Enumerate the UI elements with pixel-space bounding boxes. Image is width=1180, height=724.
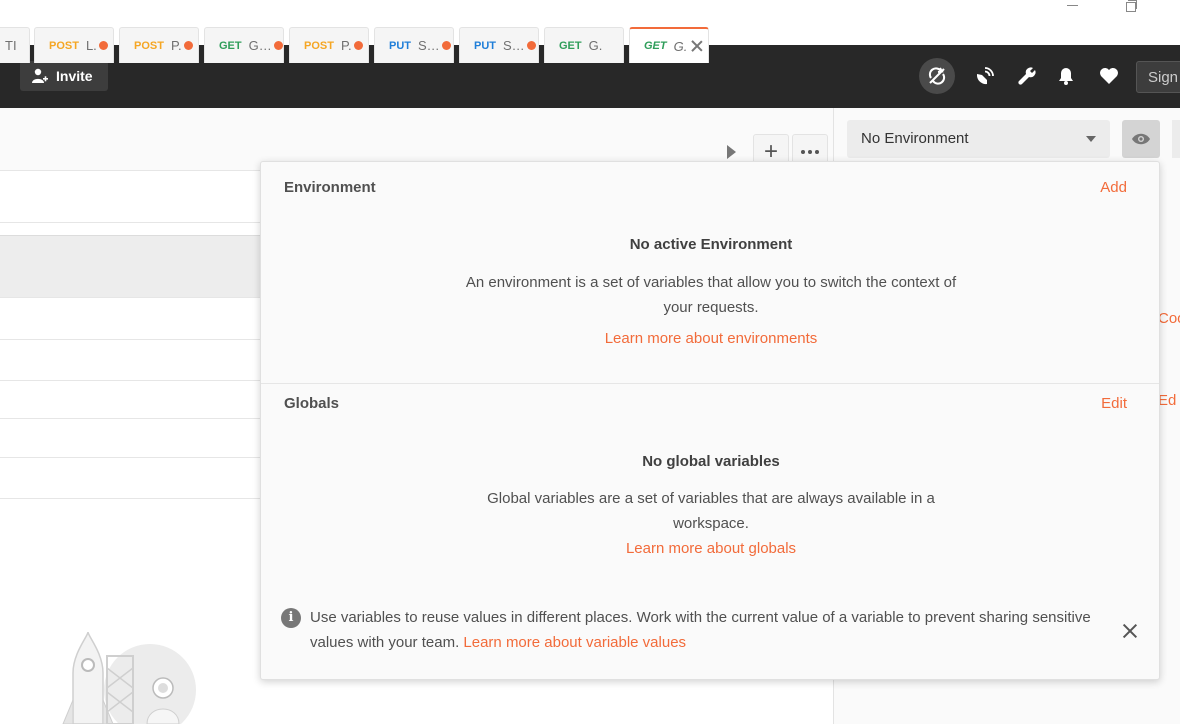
no-environment-title: No active Environment	[629, 236, 793, 253]
rocket-illustration	[62, 631, 196, 724]
unsaved-dot-icon	[273, 41, 283, 50]
unsaved-dot-icon	[526, 41, 536, 50]
settings-button-edge[interactable]	[1172, 120, 1180, 158]
environment-select-value: No Environment	[861, 130, 969, 147]
heart-icon[interactable]	[1091, 58, 1127, 94]
no-globals-title: No global variables	[642, 453, 780, 470]
request-tab[interactable]: POST P.	[119, 27, 199, 63]
tab-method: PUT	[389, 39, 411, 52]
request-tab[interactable]: GET G.	[544, 27, 624, 63]
section-divider	[261, 383, 1159, 384]
tab-name: S…	[503, 38, 525, 53]
unsaved-dot-icon	[353, 41, 363, 50]
request-tab[interactable]: PUT S…	[374, 27, 454, 63]
tab-method: POST	[304, 39, 334, 52]
edit-link[interactable]: Ed	[1158, 392, 1176, 409]
tab-method: GET	[559, 39, 582, 52]
environment-quick-look-button[interactable]	[1122, 120, 1160, 158]
restore-icon[interactable]	[1122, 0, 1144, 14]
add-user-icon	[32, 68, 48, 83]
close-tab-icon[interactable]	[691, 40, 703, 52]
tab-name: TI	[5, 38, 17, 53]
close-icon[interactable]	[1123, 624, 1137, 638]
scroll-tabs-right-icon[interactable]	[727, 145, 736, 159]
request-tab[interactable]: POST L.	[34, 27, 114, 63]
info-icon: i	[281, 608, 301, 628]
request-tab[interactable]: PUT S…	[459, 27, 539, 63]
request-tab[interactable]: TI	[0, 27, 30, 63]
minimize-icon[interactable]	[1064, 0, 1086, 14]
sync-off-icon[interactable]	[919, 58, 955, 94]
more-dot	[808, 150, 812, 154]
learn-environments-link[interactable]: Learn more about environments	[261, 330, 1161, 347]
sign-in-button[interactable]: Sign In	[1136, 61, 1180, 93]
tab-name: G.	[588, 38, 603, 53]
learn-variable-values-link[interactable]: Learn more about variable values	[463, 634, 686, 651]
environment-description: An environment is a set of variables tha…	[465, 274, 957, 316]
code-link[interactable]: Coo	[1158, 310, 1180, 327]
eye-icon	[1132, 133, 1150, 145]
unsaved-dot-icon	[441, 41, 451, 50]
tab-name: P.	[340, 38, 352, 53]
learn-globals-link[interactable]: Learn more about globals	[261, 540, 1161, 557]
request-tab[interactable]: GET G…	[204, 27, 284, 63]
tab-name: G.	[673, 38, 688, 54]
environment-section-title: Environment	[284, 179, 376, 196]
unsaved-dot-icon	[98, 41, 108, 50]
edit-globals-link[interactable]: Edit	[1101, 395, 1127, 412]
environment-select[interactable]: No Environment	[847, 120, 1110, 158]
tab-method: POST	[134, 39, 164, 52]
tab-name: G…	[248, 38, 272, 53]
chevron-down-icon	[1086, 136, 1096, 142]
tab-name: S…	[418, 38, 440, 53]
request-tab[interactable]: POST P.	[289, 27, 369, 63]
wrench-icon[interactable]	[1009, 58, 1045, 94]
invite-button[interactable]: Invite	[20, 61, 108, 91]
more-dot	[815, 150, 819, 154]
add-environment-link[interactable]: Add	[1100, 179, 1127, 196]
globals-section-title: Globals	[284, 395, 340, 412]
globals-description: Global variables are a set of variables …	[487, 490, 935, 532]
tab-method: GET	[219, 39, 242, 52]
variables-info-message: Use variables to reuse values in differe…	[310, 605, 1100, 655]
tab-name: P.	[170, 38, 182, 53]
tab-method: POST	[49, 39, 79, 52]
tab-method: GET	[644, 40, 667, 52]
tab-name: L.	[85, 38, 97, 53]
request-tab-active[interactable]: GET G.	[629, 27, 709, 63]
invite-label: Invite	[56, 68, 93, 84]
info-text: Use variables to reuse values in differe…	[310, 609, 1091, 651]
more-dot	[801, 150, 805, 154]
unsaved-dot-icon	[183, 41, 193, 50]
satellite-icon[interactable]	[967, 58, 1003, 94]
tab-method: PUT	[474, 39, 496, 52]
bell-icon[interactable]	[1048, 58, 1084, 94]
environment-quick-look-popover: Environment Add No active Environment An…	[260, 161, 1160, 680]
